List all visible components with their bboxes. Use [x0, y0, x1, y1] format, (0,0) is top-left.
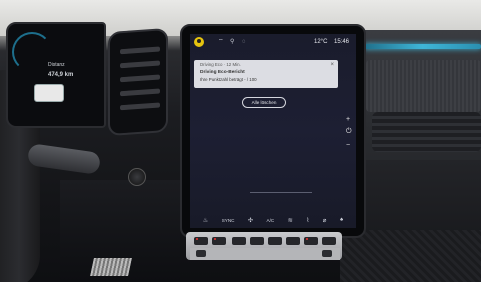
fan-icon[interactable]: ✣ [248, 217, 253, 224]
hazard-button[interactable] [196, 250, 206, 257]
notification-card[interactable]: Driving Eco · 12 Min. Driving Eco-Berich… [194, 60, 338, 88]
instrument-cluster: Distanz 474,9 km [6, 22, 106, 128]
climate-button[interactable] [232, 237, 246, 245]
climate-button[interactable] [250, 237, 264, 245]
notification-body: Ihre Punktzahl beträgt - / 100 [200, 77, 257, 82]
airflow-icon[interactable]: ≋ [288, 217, 293, 224]
wifi-icon: ⌔ [218, 39, 224, 45]
infotainment-screen: ⌔ ⚲ ◌ 12°C 15:46 Driving Eco · 12 Min. D… [190, 34, 356, 228]
clock: 15:46 [334, 39, 350, 45]
climate-button[interactable] [194, 237, 208, 245]
volume-down-button[interactable]: − [346, 142, 350, 149]
cluster-range: 474,9 km [48, 72, 74, 78]
close-icon[interactable]: × [330, 62, 334, 68]
profile-avatar-icon[interactable] [194, 37, 204, 47]
connectivity-icon: ◌ [242, 39, 246, 45]
microphone-icon[interactable]: ⚲ [230, 38, 234, 46]
climate-button[interactable] [304, 237, 318, 245]
temperature-icon[interactable]: ⌀ [323, 217, 327, 224]
seat-heat-icon[interactable]: ♨ [203, 217, 208, 224]
notification-title: Driving Eco-Bericht [200, 70, 245, 75]
gauge-arc [12, 32, 52, 72]
power-icon[interactable]: ⏻ [346, 128, 352, 136]
ac-button[interactable]: A/C [267, 218, 275, 223]
passenger-air-vent [372, 112, 481, 152]
floor-mat [340, 230, 481, 282]
driver-air-vent [108, 27, 168, 137]
car-interior-photo: Distanz 474,9 km ⌔ ⚲ ◌ 12°C 15:46 Drivin… [0, 0, 481, 282]
status-bar: ⌔ ⚲ ◌ 12°C 15:46 [190, 34, 356, 50]
cluster-label: Distanz [48, 62, 65, 68]
sync-button[interactable]: SYNC [222, 218, 235, 223]
climate-lower-row [190, 248, 340, 260]
pedal [90, 258, 132, 276]
climate-button[interactable] [212, 237, 226, 245]
start-button [128, 168, 146, 186]
climate-button[interactable] [286, 237, 300, 245]
volume-up-button[interactable]: + [346, 116, 350, 123]
cluster-handle [34, 84, 64, 102]
scroll-indicator [250, 192, 312, 193]
seat-icon[interactable]: ♠ [340, 217, 343, 223]
bottom-bar: ♨ SYNC ✣ A/C ≋ ⌇ ⌀ ♠ [190, 212, 356, 228]
climate-button[interactable] [322, 237, 336, 245]
dismiss-all-button[interactable]: Alle löschen [242, 97, 286, 108]
defrost-icon[interactable]: ⌇ [306, 217, 309, 224]
temperature: 12°C [314, 39, 328, 45]
climate-button[interactable] [268, 237, 282, 245]
notification-header: Driving Eco · 12 Min. [200, 62, 241, 67]
lock-button[interactable] [322, 250, 332, 257]
dashboard-trim [366, 60, 481, 112]
ambient-light-strip [364, 44, 481, 49]
